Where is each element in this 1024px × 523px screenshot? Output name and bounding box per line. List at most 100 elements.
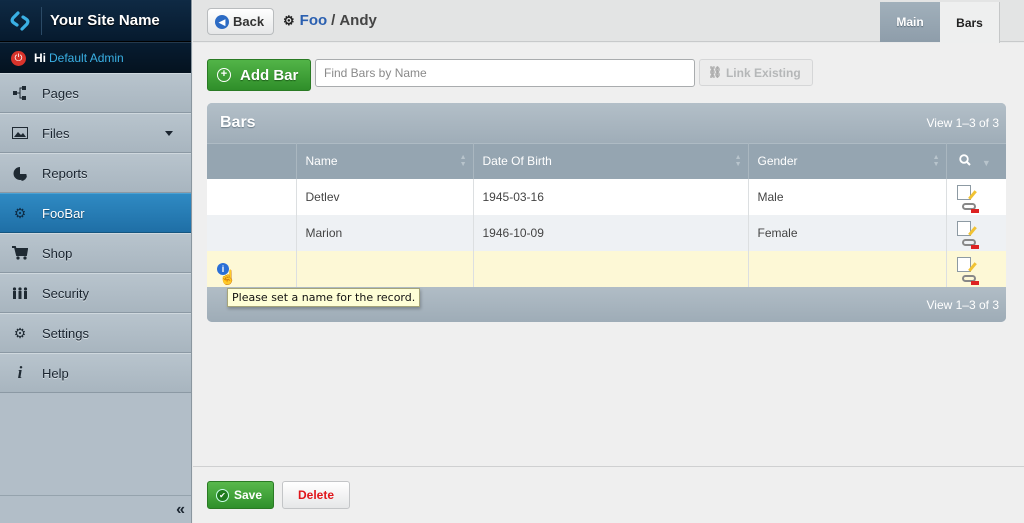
column-header-search[interactable]: ▼ — [946, 143, 1006, 179]
checkmark-icon: ✔ — [216, 488, 229, 502]
plus-circle-icon: + — [217, 68, 231, 82]
gears-icon: ⚙ — [13, 324, 27, 341]
site-name[interactable]: Your Site Name — [50, 12, 160, 29]
tab-main[interactable]: Main — [880, 2, 940, 42]
grid-caption: Bars View 1–3 of 3 — [207, 103, 1006, 143]
status-cell — [207, 178, 297, 215]
sidebar-item-settings[interactable]: ⚙ Settings — [0, 313, 191, 353]
sidebar-item-pages[interactable]: Pages — [0, 73, 191, 113]
gears-icon: ⚙ — [283, 12, 295, 28]
gears-icon: ⚙ — [13, 204, 27, 221]
actions-cell — [946, 250, 1006, 287]
sidebar-item-label: Security — [42, 285, 89, 301]
name-cell[interactable]: Detlev — [296, 178, 474, 215]
find-bars-search-input[interactable] — [315, 59, 695, 87]
link-add-icon: ⛓ — [708, 67, 722, 79]
sidebar: Your Site Name ⏻ Hi Default Admin Pages … — [0, 0, 192, 523]
site-logo-icon — [8, 9, 32, 33]
image-icon — [12, 125, 28, 141]
status-cell: i ☝ — [207, 250, 297, 287]
column-header-gender[interactable]: Gender ▲ ▼ — [748, 143, 947, 179]
link-existing-label: Link Existing — [725, 65, 801, 80]
status-cell — [207, 214, 297, 251]
back-button[interactable]: ◀ Back — [207, 8, 274, 35]
pie-chart-icon — [12, 165, 28, 181]
arrow-left-icon: ◀ — [215, 14, 229, 29]
actions-cell — [946, 214, 1006, 251]
tab-bars[interactable]: Bars — [940, 2, 1000, 43]
column-header-date-of-birth[interactable]: Date Of Birth ▲ ▼ — [473, 143, 749, 179]
power-icon[interactable]: ⏻ — [11, 50, 26, 66]
column-label: Date Of Birth — [482, 154, 552, 169]
hand-cursor-icon: ☝ — [219, 268, 237, 285]
sidebar-footer: « — [0, 495, 191, 523]
delete-button[interactable]: Delete — [282, 481, 350, 509]
action-bar: ✔ Save Delete — [193, 466, 1024, 523]
sidebar-item-help[interactable]: i Help — [0, 353, 191, 393]
brand-header: Your Site Name — [0, 0, 191, 42]
gender-cell[interactable] — [748, 250, 947, 287]
name-cell[interactable] — [296, 250, 474, 287]
sidebar-item-foobar[interactable]: ⚙ FooBar — [0, 193, 191, 233]
save-button[interactable]: ✔ Save — [207, 481, 274, 509]
sort-icon: ▲ ▼ — [459, 154, 467, 168]
table-row[interactable]: Detlev 1945-03-16 Male — [207, 178, 1006, 215]
validation-tooltip: Please set a name for the record. — [227, 288, 421, 307]
divider — [41, 6, 42, 35]
breadcrumb: ⚙ Foo / Andy — [283, 12, 377, 29]
gender-cell[interactable]: Male — [748, 178, 947, 215]
sidebar-item-security[interactable]: Security — [0, 273, 191, 313]
column-label: Gender — [757, 154, 798, 169]
date-of-birth-cell[interactable] — [473, 250, 749, 287]
breadcrumb-current: Andy — [339, 12, 377, 29]
sort-icon: ▲ ▼ — [734, 154, 742, 168]
greeting: Hi — [34, 51, 46, 65]
edit-icon[interactable] — [956, 220, 971, 236]
grid-footer-view-info: View 1–3 of 3 — [926, 298, 1000, 312]
name-cell[interactable]: Marion — [296, 214, 474, 251]
sitemap-icon — [12, 85, 28, 101]
add-bar-button[interactable]: + Add Bar — [207, 59, 311, 91]
unlink-icon[interactable] — [961, 202, 979, 213]
edit-icon[interactable] — [956, 184, 971, 200]
date-of-birth-cell[interactable]: 1945-03-16 — [473, 178, 749, 215]
sidebar-item-label: Pages — [42, 85, 79, 101]
sidebar-item-reports[interactable]: Reports — [0, 153, 191, 193]
gender-cell[interactable]: Female — [748, 214, 947, 251]
sidebar-item-label: Reports — [42, 165, 88, 181]
top-bar: ◀ Back ⚙ Foo / Andy Main Bars — [193, 0, 1024, 43]
column-label: Name — [305, 154, 338, 169]
unlink-icon[interactable] — [961, 274, 979, 285]
link-existing-button: ⛓ Link Existing — [699, 59, 813, 86]
sidebar-item-files[interactable]: Files — [0, 113, 191, 153]
table-row[interactable]: Marion 1946-10-09 Female — [207, 214, 1006, 251]
chevron-down-icon[interactable]: ▼ — [982, 158, 991, 168]
actions-cell — [946, 178, 1006, 215]
search-icon[interactable] — [958, 154, 971, 166]
sidebar-item-label: Help — [42, 365, 69, 381]
add-bar-label: Add Bar — [240, 66, 299, 84]
grid-title: Bars — [220, 114, 256, 131]
chevron-down-icon[interactable] — [165, 131, 173, 136]
table-header-row: Name ▲ ▼ Date Of Birth ▲ ▼ Gender ▲ ▼ ▼ — [207, 143, 1006, 179]
edit-icon[interactable] — [956, 256, 971, 272]
back-label: Back — [233, 14, 265, 29]
user-name-link[interactable]: Default Admin — [49, 51, 124, 65]
date-of-birth-cell[interactable]: 1946-10-09 — [473, 214, 749, 251]
grid-view-info: View 1–3 of 3 — [926, 116, 1000, 130]
sort-icon: ▲ ▼ — [932, 154, 940, 168]
sidebar-item-shop[interactable]: Shop — [0, 233, 191, 273]
sidebar-item-label: Files — [42, 125, 70, 141]
bars-table: Name ▲ ▼ Date Of Birth ▲ ▼ Gender ▲ ▼ ▼ Detlev… — [207, 143, 1006, 287]
breadcrumb-parent-link[interactable]: Foo — [300, 12, 328, 29]
users-icon — [12, 285, 28, 301]
column-header-status — [207, 143, 297, 179]
column-header-name[interactable]: Name ▲ ▼ — [296, 143, 474, 179]
collapse-sidebar-button[interactable]: « — [176, 501, 185, 519]
table-row-error[interactable]: i ☝ — [207, 250, 1006, 287]
content-area: + Add Bar ⛓ Link Existing Bars View 1–3 … — [193, 43, 1024, 466]
save-label: Save — [234, 488, 263, 502]
cart-icon — [12, 245, 28, 261]
unlink-icon[interactable] — [961, 238, 979, 249]
sidebar-item-label: FooBar — [42, 205, 85, 221]
